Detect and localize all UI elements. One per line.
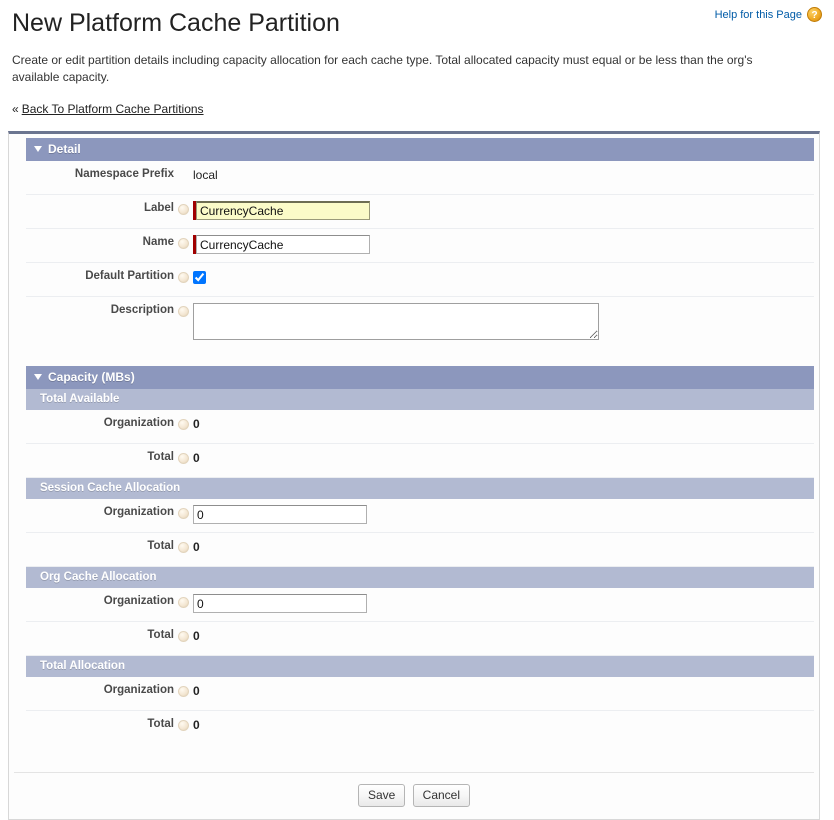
- value-namespace-prefix-wrap: local: [193, 166, 814, 182]
- info-icon-organization[interactable]: [178, 686, 189, 697]
- value-session-cache-total: 0: [193, 540, 200, 554]
- value-total-allocation-total: 0: [193, 718, 200, 732]
- save-button[interactable]: Save: [357, 784, 406, 807]
- info-icon-label-field[interactable]: [178, 204, 189, 215]
- value-name-field-wrap: [193, 234, 814, 254]
- label-description: Description: [110, 304, 174, 316]
- info-icon-description[interactable]: [178, 306, 189, 317]
- back-to-platform-cache-partitions-link[interactable]: Back To Platform Cache Partitions: [22, 102, 204, 116]
- info-icon-organization[interactable]: [178, 419, 189, 430]
- row-name-field: Name: [26, 229, 814, 263]
- page-title: New Platform Cache Partition: [12, 9, 340, 37]
- row-total-available-organization: Organization 0: [26, 410, 814, 444]
- label-organization: Organization: [103, 595, 174, 607]
- value-wrap: 0: [193, 538, 814, 554]
- help-for-this-page[interactable]: Help for this Page ?: [715, 7, 822, 22]
- label-organization: Organization: [103, 684, 174, 696]
- form-button-bar: Save Cancel: [14, 772, 814, 819]
- subsection-header-total-allocation: Total Allocation: [26, 656, 814, 677]
- subsection-header-session-cache-allocation: Session Cache Allocation: [26, 478, 814, 499]
- section-header-detail[interactable]: Detail: [26, 138, 814, 161]
- question-mark-icon[interactable]: ?: [807, 7, 822, 22]
- info-icon-total[interactable]: [178, 542, 189, 553]
- form-inner: Detail Namespace Prefix local Label Name: [9, 134, 819, 819]
- cancel-button[interactable]: Cancel: [412, 784, 471, 807]
- value-org-cache-total: 0: [193, 629, 200, 643]
- collapse-triangle-icon[interactable]: [34, 374, 42, 380]
- page-header: New Platform Cache Partition Help for th…: [0, 0, 834, 38]
- value-wrap: [193, 593, 814, 613]
- label-organization: Organization: [103, 417, 174, 429]
- default-partition-checkbox[interactable]: [193, 271, 206, 284]
- collapse-triangle-icon[interactable]: [34, 146, 42, 152]
- value-wrap: 0: [193, 682, 814, 698]
- row-session-cache-total: Total 0: [26, 533, 814, 567]
- value-wrap: 0: [193, 415, 814, 431]
- value-default-partition-wrap: [193, 268, 814, 287]
- label-label-field: Label: [143, 202, 174, 214]
- value-wrap: 0: [193, 449, 814, 465]
- value-wrap: [193, 504, 814, 524]
- session-cache-organization-input[interactable]: [193, 505, 367, 524]
- label-input[interactable]: [196, 201, 370, 220]
- total-allocation-rows: Organization 0 Total 0: [26, 677, 814, 744]
- row-namespace-prefix: Namespace Prefix local: [26, 161, 814, 195]
- description-textarea[interactable]: [193, 303, 599, 340]
- subsection-header-total-available: Total Available: [26, 389, 814, 410]
- info-icon-total[interactable]: [178, 631, 189, 642]
- info-icon-name-field[interactable]: [178, 238, 189, 249]
- name-input[interactable]: [196, 235, 370, 254]
- row-description: Description: [26, 297, 814, 344]
- subsection-header-org-cache-allocation: Org Cache Allocation: [26, 567, 814, 588]
- label-default-partition: Default Partition: [85, 270, 174, 282]
- org-cache-allocation-rows: Organization Total 0: [26, 588, 814, 656]
- default-partition-checkbox-wrap: [193, 269, 206, 287]
- guillemet-icon: «: [12, 102, 19, 116]
- section-header-capacity[interactable]: Capacity (MBs): [26, 366, 814, 389]
- section-header-detail-label: Detail: [48, 142, 81, 156]
- info-icon-default-partition[interactable]: [178, 272, 189, 283]
- row-org-cache-total: Total 0: [26, 622, 814, 656]
- value-description-wrap: [193, 302, 814, 340]
- value-label-field-wrap: [193, 200, 814, 220]
- row-total-allocation-organization: Organization 0: [26, 677, 814, 711]
- label-total: Total: [147, 451, 174, 463]
- row-session-cache-organization: Organization: [26, 499, 814, 533]
- partition-form: Detail Namespace Prefix local Label Name: [8, 131, 820, 820]
- row-org-cache-organization: Organization: [26, 588, 814, 622]
- row-default-partition: Default Partition: [26, 263, 814, 297]
- row-total-allocation-total: Total 0: [26, 711, 814, 744]
- org-cache-organization-input[interactable]: [193, 594, 367, 613]
- label-namespace-prefix: Namespace Prefix: [74, 168, 174, 180]
- session-cache-allocation-rows: Organization Total 0: [26, 499, 814, 567]
- info-icon-total[interactable]: [178, 720, 189, 731]
- info-icon-organization[interactable]: [178, 597, 189, 608]
- section-header-capacity-label: Capacity (MBs): [48, 370, 135, 384]
- detail-rows: Namespace Prefix local Label Name: [26, 161, 814, 344]
- label-total: Total: [147, 540, 174, 552]
- value-total-available-organization: 0: [193, 417, 200, 431]
- label-name-field: Name: [142, 236, 174, 248]
- value-wrap: 0: [193, 627, 814, 643]
- value-total-allocation-organization: 0: [193, 684, 200, 698]
- value-total-available-total: 0: [193, 451, 200, 465]
- total-available-rows: Organization 0 Total 0: [26, 410, 814, 478]
- row-label-field: Label: [26, 195, 814, 229]
- info-icon-total[interactable]: [178, 453, 189, 464]
- info-icon-organization[interactable]: [178, 508, 189, 519]
- back-link-row: «Back To Platform Cache Partitions: [12, 102, 834, 116]
- label-total: Total: [147, 629, 174, 641]
- value-wrap: 0: [193, 716, 814, 732]
- page-description: Create or edit partition details includi…: [12, 53, 753, 84]
- value-namespace-prefix: local: [193, 168, 218, 182]
- label-organization: Organization: [103, 506, 174, 518]
- row-total-available-total: Total 0: [26, 444, 814, 478]
- help-link-label[interactable]: Help for this Page: [715, 9, 802, 21]
- label-total: Total: [147, 718, 174, 730]
